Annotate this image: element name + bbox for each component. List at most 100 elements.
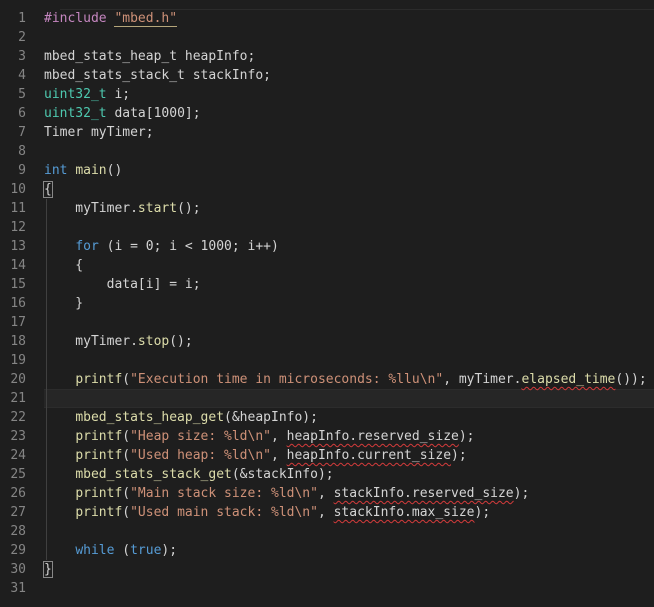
code-line[interactable]: } [43,560,654,579]
line-number: 12 [10,220,26,235]
code-token: stackInfo.max_size [333,505,475,520]
code-area[interactable]: #include "mbed.h" mbed_stats_heap_t heapI… [43,9,654,598]
code-line[interactable]: #include "mbed.h" [44,9,654,28]
code-token: (); [177,201,201,216]
code-line[interactable]: while (true); [44,541,654,560]
code-editor[interactable]: 1 2 3 4 5 6 7 8 9 10 11 12 13 14 15 16 17 18 19 20 21 22 23 24 2… [0,0,654,607]
code-token: "Used main stack: %ld\n" [130,505,318,520]
line-number: 22 [10,410,26,425]
code-token: mbed_stats_stack_t stackInfo; [44,68,271,83]
code-line[interactable]: uint32_t i; [44,85,654,104]
code-token: ( [122,505,131,520]
code-line[interactable] [44,218,654,237]
code-line[interactable]: mbed_stats_heap_t heapInfo; [44,47,654,66]
code-line[interactable]: } [44,294,654,313]
code-token: ( [122,372,131,387]
code-line[interactable]: { [43,180,654,199]
line-number: 20 [10,372,26,387]
code-token: ( [122,486,131,501]
code-token: (&heapInfo); [224,410,318,425]
code-token: printf [75,448,123,463]
code-token: printf [75,486,123,501]
code-token: (); [169,334,193,349]
code-token: "Execution time in microseconds: %llu\n" [130,372,444,387]
code-line[interactable] [44,522,654,541]
code-line[interactable] [44,28,654,47]
code-token: Timer myTimer; [44,125,154,140]
code-token: ( [122,448,131,463]
code-line[interactable]: mbed_stats_stack_get(&stackInfo); [44,465,654,484]
code-line[interactable]: for (i = 0; i < 1000; i++) [44,237,654,256]
code-token: mbed_stats_heap_get [75,410,225,425]
code-token: , [271,429,287,444]
code-line[interactable]: { [44,256,654,275]
code-line[interactable] [44,142,654,161]
code-token: "Main stack size: %ld\n" [130,486,318,501]
code-token: "mbed.h" [114,11,178,27]
code-line[interactable] [44,389,654,408]
code-token: ()); [615,372,647,387]
code-line[interactable]: uint32_t data[1000]; [44,104,654,123]
code-line[interactable]: myTimer.stop(); [44,332,654,351]
line-number: 6 [18,106,26,121]
line-number: 25 [10,467,26,482]
code-token: elapsed_time [521,372,616,387]
code-line[interactable]: printf("Used heap: %ld\n", heapInfo.curr… [44,446,654,465]
code-token: , myTimer. [443,372,522,387]
line-number: 7 [18,125,26,140]
code-token: int [44,163,68,178]
code-token: printf [75,429,123,444]
code-line[interactable]: printf("Heap size: %ld\n", heapInfo.rese… [44,427,654,446]
code-token: heapInfo.current_size [286,448,452,463]
code-token: { [43,181,53,198]
line-number: 16 [10,296,26,311]
line-number: 11 [10,201,26,216]
line-number: 24 [10,448,26,463]
code-token: myTimer. [44,334,138,349]
line-number: 23 [10,429,26,444]
line-number: 2 [18,30,26,45]
line-number: 15 [10,277,26,292]
code-token: () [106,163,123,178]
line-number: 29 [10,543,26,558]
code-line[interactable]: printf("Execution time in microseconds: … [44,370,654,389]
code-line[interactable] [44,351,654,370]
line-number: 9 [18,163,26,178]
line-number: 1 [18,11,26,26]
code-token: i; [106,87,131,102]
code-line[interactable]: mbed_stats_heap_get(&heapInfo); [44,408,654,427]
code-token: myTimer. [44,201,138,216]
code-token: heapInfo.reserved_size [286,429,459,444]
line-number: 17 [10,315,26,330]
line-number: 21 [10,391,26,406]
code-line[interactable]: myTimer.start(); [44,199,654,218]
code-line[interactable]: Timer myTimer; [44,123,654,142]
code-line[interactable] [44,579,654,598]
code-line[interactable]: data[i] = i; [44,275,654,294]
line-number: 28 [10,524,26,539]
code-token: printf [75,505,123,520]
code-line[interactable] [44,313,654,332]
line-number: 31 [10,581,26,596]
code-token: uint32_t [44,106,107,121]
line-number: 8 [18,144,26,159]
code-token: #include [44,11,115,26]
code-token: printf [75,372,123,387]
code-line[interactable]: int main() [44,161,654,180]
line-number: 19 [10,353,26,368]
code-token: main [75,163,107,178]
code-token: { [44,258,84,273]
code-token: } [44,296,84,311]
code-line[interactable]: mbed_stats_stack_t stackInfo; [44,66,654,85]
code-token: true [130,543,162,558]
code-line[interactable]: printf("Used main stack: %ld\n", stackIn… [44,503,654,522]
code-token: ); [451,448,467,463]
code-token: data[i] = i; [44,277,201,292]
code-line[interactable]: printf("Main stack size: %ld\n", stackIn… [44,484,654,503]
code-token: ( [122,429,131,444]
code-token: for [75,239,99,254]
